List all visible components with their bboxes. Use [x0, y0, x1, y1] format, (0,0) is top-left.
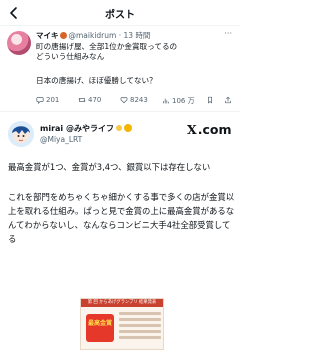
- author-name-row[interactable]: mirai @みやライフ: [40, 123, 132, 134]
- avatar[interactable]: [7, 31, 31, 55]
- x-com-logo: X.com: [187, 122, 231, 137]
- image-line: [119, 318, 161, 321]
- badge-emoji-icon: [59, 32, 67, 39]
- tweet-text-line: 日本の唐揚げ、ほぼ優勝してない？: [36, 76, 157, 85]
- image-line: [119, 312, 161, 315]
- retweet-button[interactable]: 470: [78, 96, 101, 104]
- image-line: [119, 324, 161, 327]
- reply-icon: [36, 97, 44, 104]
- main-tweet[interactable]: mirai @みやライフ @Miya_LRT X.com 最高金賞が1つ、金賞が…: [0, 112, 240, 350]
- author-handle[interactable]: @maikidrum: [69, 31, 117, 40]
- retweet-icon: [78, 97, 86, 103]
- image-header-text: 第 回 からあげグランプリ 結果発表: [81, 299, 163, 307]
- views-button[interactable]: 106 万: [162, 96, 195, 106]
- reply-button[interactable]: 201: [36, 96, 59, 104]
- avatar[interactable]: [8, 121, 34, 147]
- tweet-paragraph: これを部門をめちゃくちゃ細かくする事で多くの店が金賞以上を取れる仕組み。ぱっと見…: [8, 192, 235, 244]
- author-name[interactable]: マイキ: [36, 31, 59, 40]
- author-handle[interactable]: @Miya_LRT: [40, 135, 82, 144]
- retweet-count: 470: [88, 96, 102, 104]
- view-count: 106 万: [172, 97, 195, 105]
- share-button[interactable]: [224, 96, 232, 104]
- page-title: ポスト: [105, 10, 135, 21]
- image-text-lines: [119, 312, 161, 342]
- views-chart-icon: [163, 98, 169, 104]
- character-avatar-icon: [8, 121, 34, 147]
- timestamp[interactable]: 13 時間: [124, 31, 151, 40]
- reply-count: 201: [46, 96, 60, 104]
- heart-icon: [120, 96, 128, 104]
- separator: ·: [118, 31, 122, 40]
- tweet-text-line: どういう仕組みなん: [36, 52, 105, 61]
- action-bar: 201 470 8243 106 万: [36, 96, 236, 106]
- more-icon[interactable]: ···: [224, 29, 232, 38]
- logo-domain: .com: [197, 122, 232, 137]
- award-badge: 最高金賞: [86, 314, 114, 342]
- attached-image[interactable]: 第 回 からあげグランプリ 結果発表 最高金賞: [80, 298, 164, 350]
- verified-badge-icon: [123, 124, 132, 132]
- like-count: 8243: [130, 96, 148, 104]
- top-bar: ポスト: [0, 0, 240, 26]
- image-line: [119, 336, 161, 339]
- image-line: [119, 330, 161, 333]
- x-logo-icon: X: [187, 122, 197, 137]
- tweet-header: マイキ @maikidrum · 13 時間: [36, 30, 236, 42]
- bookmark-button[interactable]: [206, 96, 214, 104]
- bookmark-icon: [208, 96, 212, 104]
- author-name[interactable]: mirai @みやライフ: [40, 124, 114, 133]
- like-button[interactable]: 8243: [120, 96, 148, 104]
- share-icon: [225, 96, 231, 104]
- tweet-text-line: 町の唐揚げ屋、全部1位か金賞取ってるの: [36, 42, 178, 51]
- quoted-tweet[interactable]: マイキ @maikidrum · 13 時間 ··· 町の唐揚げ屋、全部1位か金賞…: [0, 26, 240, 112]
- tweet-text: 町の唐揚げ屋、全部1位か金賞取ってるの どういう仕組みなん: [36, 42, 232, 62]
- emoji-icon: [115, 125, 122, 131]
- tweet-paragraph: 最高金賞が1つ、金賞が3,4つ、銀賞以下は存在しない: [8, 162, 211, 172]
